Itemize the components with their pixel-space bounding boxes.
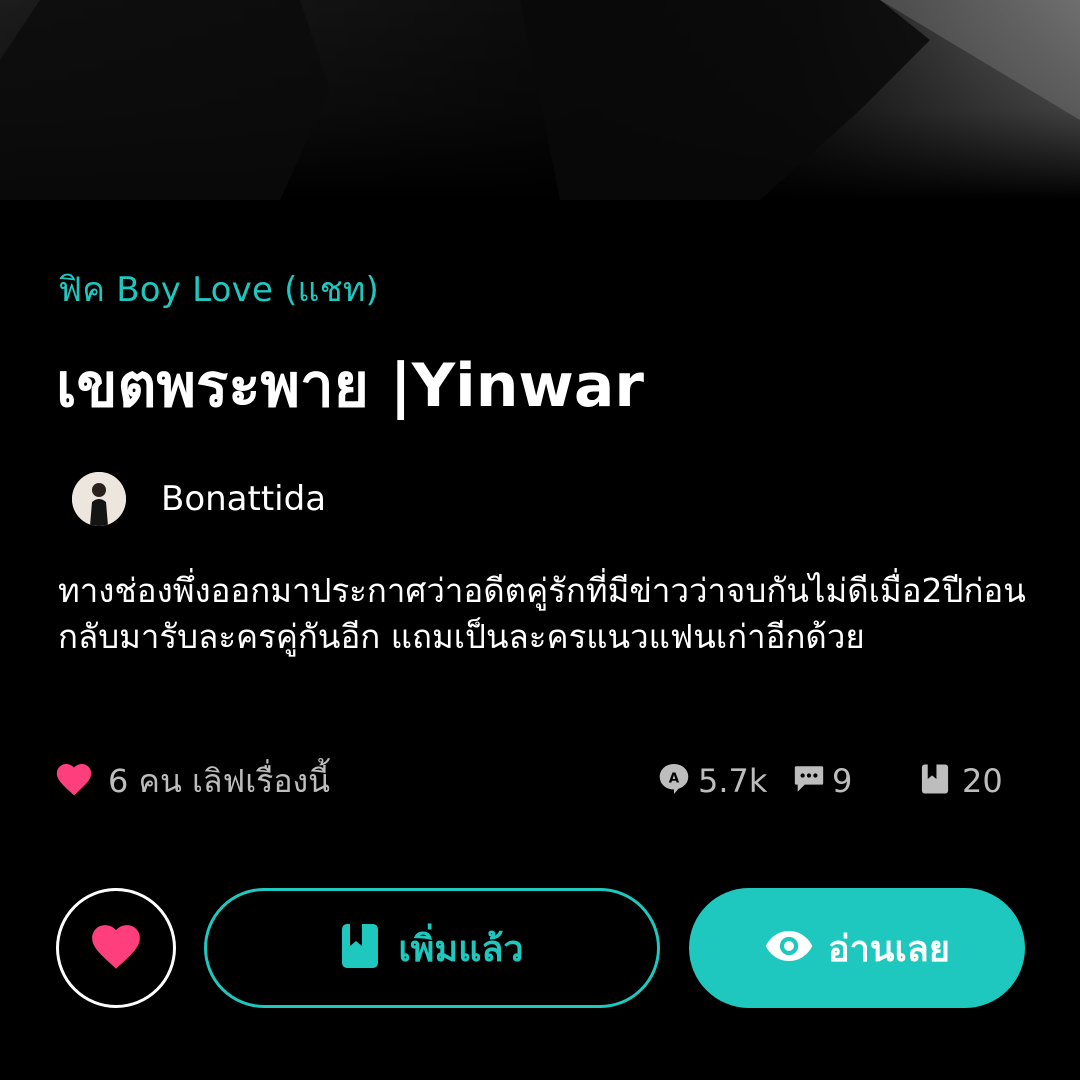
comments-count: 9 xyxy=(832,762,853,800)
heart-icon xyxy=(54,761,94,801)
love-count: 6 คน เลิฟเรื่องนี้ xyxy=(54,756,330,807)
read-now-button[interactable]: อ่านเลย xyxy=(689,888,1025,1008)
views-count: 5.7k xyxy=(698,762,768,800)
views-icon: A xyxy=(656,761,692,801)
favorite-button[interactable] xyxy=(56,888,176,1008)
added-to-library-button[interactable]: เพิ่มแล้ว xyxy=(204,888,660,1008)
author-row[interactable]: Bonattida xyxy=(72,472,326,526)
heart-icon xyxy=(88,921,144,975)
comments-stat: 9 xyxy=(792,762,852,800)
story-synopsis: ทางช่องพึ่งออกมาประกาศว่าอดีตคู่รักที่มี… xyxy=(58,571,1026,656)
chapters-count: 20 xyxy=(962,762,1003,800)
story-detail-page: ฟิค Boy Love (แชท) เขตพระพาย |Yinwar Bon… xyxy=(0,0,1080,1080)
read-button-label: อ่านเลย xyxy=(828,928,950,970)
svg-text:A: A xyxy=(669,770,680,786)
genre-label[interactable]: ฟิค Boy Love (แชท) xyxy=(58,262,379,316)
added-button-label: เพิ่มแล้ว xyxy=(398,928,524,970)
comment-icon xyxy=(792,763,826,799)
views-stat: A 5.7k xyxy=(656,761,767,801)
stats-row: 6 คน เลิฟเรื่องนี้ A 5.7k 9 20 xyxy=(54,756,1024,806)
bookmark-book-icon xyxy=(340,922,380,974)
love-count-text: 6 คน เลิฟเรื่องนี้ xyxy=(108,761,331,800)
avatar[interactable] xyxy=(72,472,126,526)
eye-icon xyxy=(764,929,814,967)
author-name[interactable]: Bonattida xyxy=(161,479,326,519)
story-title: เขตพระพาย |Yinwar xyxy=(56,351,644,421)
cover-image xyxy=(0,0,1080,200)
chapters-stat: 20 xyxy=(920,762,1003,800)
book-icon xyxy=(920,763,950,799)
